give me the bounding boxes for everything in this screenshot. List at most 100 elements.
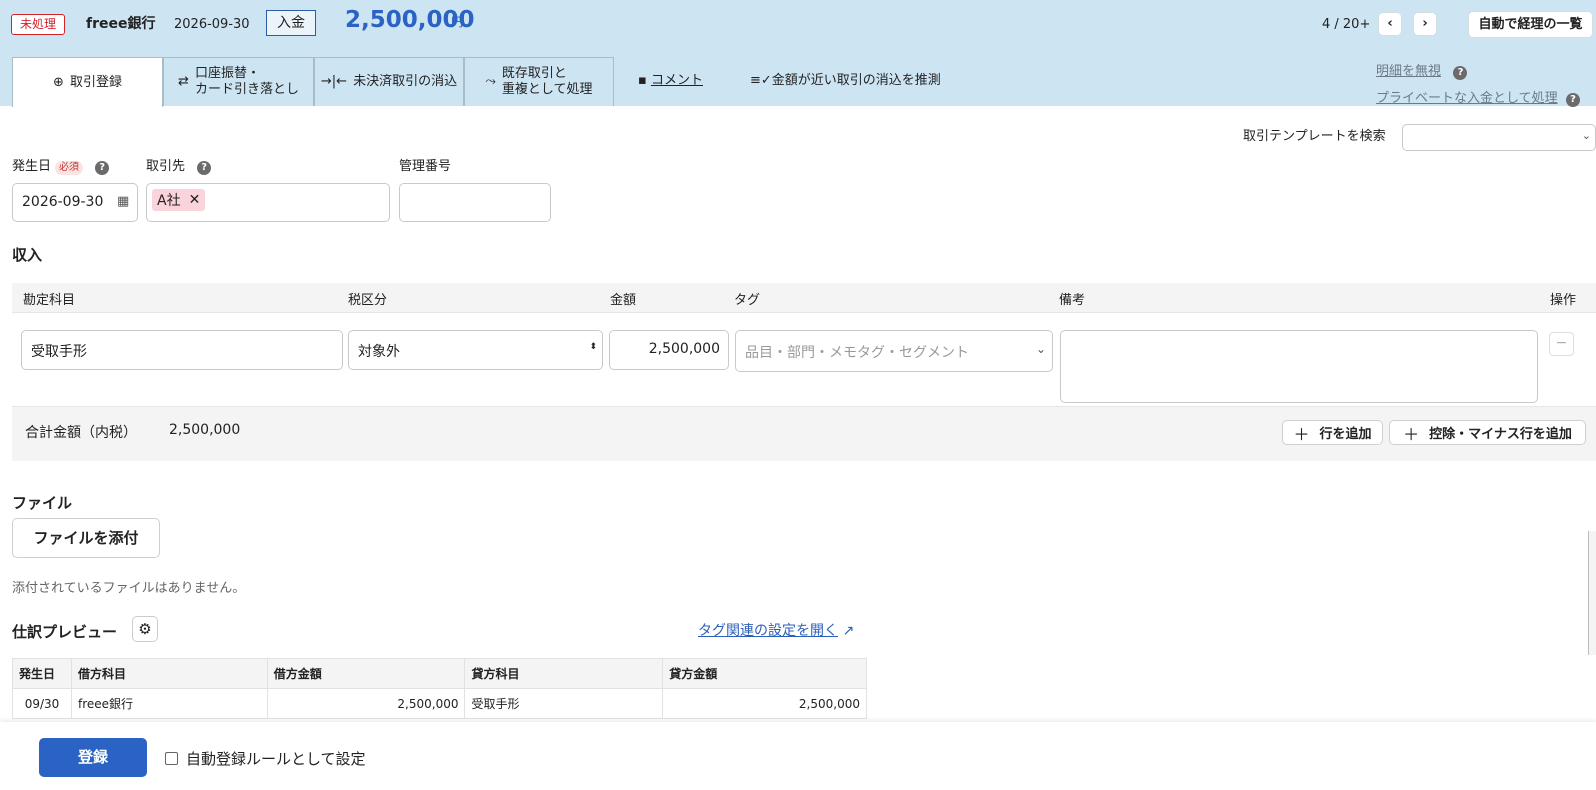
swap-icon: ⇄ — [178, 74, 189, 89]
tag-settings: タグ関連の設定を開く ↗ — [698, 620, 854, 640]
account-input[interactable]: 受取手形 — [21, 330, 343, 370]
partner-chip: A社 ✕ — [152, 189, 206, 211]
currency-unit: 円 — [451, 15, 464, 29]
plus-circle-icon: ⊕ — [53, 74, 64, 90]
partner-label: 取引先 ? — [146, 158, 212, 176]
merge-icon: →|← — [320, 74, 348, 89]
scrollbar[interactable] — [1588, 531, 1596, 655]
tab-comment[interactable]: ▪ コメント — [638, 72, 703, 90]
col-tax: 税区分 — [348, 293, 388, 308]
tab-clear-unsettled[interactable]: →|← 未決済取引の消込 — [314, 57, 464, 106]
mgmt-number-label: 管理番号 — [399, 159, 452, 174]
preview-settings-button[interactable]: ⚙ — [132, 616, 158, 642]
cell-credit-amount: 2,500,000 — [662, 688, 867, 719]
col-amount: 金額 — [610, 293, 637, 308]
help-icon[interactable]: ? — [1566, 93, 1581, 107]
col-debit-amount: 借方金額 — [266, 658, 466, 689]
bank-name: freee銀行 — [86, 16, 156, 32]
tag-placeholder: 品目・部門・メモタグ・セグメント — [745, 345, 969, 361]
transaction-header: 未処理 freee銀行 2026-09-30 入金 2,500,000 円 4 … — [0, 0, 1596, 107]
required-badge: 必須 — [55, 161, 84, 175]
calendar-icon[interactable]: ▦ — [117, 194, 129, 209]
help-icon[interactable]: ? — [1453, 66, 1468, 80]
tab-label: 既存取引と 重複として処理 — [501, 66, 593, 97]
template-search-select[interactable]: ⌄ — [1402, 124, 1596, 151]
chevron-right-icon: › — [1422, 16, 1428, 31]
template-search-label: 取引テンプレートを検索 — [1243, 129, 1386, 144]
external-link-icon[interactable]: ↗ — [842, 623, 854, 639]
income-grid-header: 勘定科目 税区分 金額 タグ 備考 操作 — [12, 283, 1596, 312]
preview-title: 仕訳プレビュー — [12, 623, 118, 641]
add-minus-row-button[interactable]: ＋ 控除・マイナス行を追加 — [1389, 420, 1586, 445]
tab-register[interactable]: ⊕ 取引登録 — [12, 57, 163, 107]
col-note: 備考 — [1059, 293, 1086, 308]
col-credit-amount: 貸方金額 — [662, 658, 867, 689]
next-button[interactable]: › — [1413, 12, 1437, 36]
note-textarea[interactable] — [1060, 330, 1538, 403]
total-label: 合計金額（内税） — [25, 425, 137, 441]
col-credit-account: 貸方科目 — [464, 658, 664, 689]
cell-debit-amount: 2,500,000 — [266, 688, 466, 719]
plus-icon: ＋ — [1403, 424, 1420, 444]
tab-label: 金額が近い取引の消込を推測 — [771, 73, 941, 88]
partner-input[interactable]: A社 ✕ — [146, 183, 390, 222]
auto-rule-label: 自動登録ルールとして設定 — [186, 750, 366, 768]
cell-credit-account: 受取手形 — [464, 688, 664, 719]
table-header-row: 発生日 借方科目 借方金額 貸方科目 貸方金額 — [12, 658, 867, 689]
file-title: ファイル — [12, 494, 73, 512]
attach-file-button[interactable]: ファイルを添付 — [12, 518, 160, 558]
pager-count: 4 / 20+ — [1322, 17, 1371, 32]
cell-debit-account: freee銀行 — [70, 688, 268, 719]
help-icon[interactable]: ? — [95, 161, 110, 175]
total-value: 2,500,000 — [169, 422, 241, 438]
comment-icon: ▪ — [638, 73, 651, 88]
plus-icon: ＋ — [1293, 424, 1310, 444]
income-row: 受取手形 対象外 ⬍ 2,500,000 品目・部門・メモタグ・セグメント ⌄ … — [12, 312, 1596, 407]
remove-row-button[interactable]: − — [1549, 332, 1574, 356]
updown-icon: ⬍ — [589, 342, 597, 352]
tag-settings-link[interactable]: タグ関連の設定を開く — [698, 623, 838, 639]
col-debit-account: 借方科目 — [70, 658, 268, 689]
partner-chip-label: A社 — [157, 193, 181, 209]
auto-rule-checkbox[interactable] — [165, 752, 178, 765]
minus-icon: − — [1555, 335, 1568, 351]
ignore-detail-link[interactable]: 明細を無視 — [1376, 64, 1441, 79]
tab-label: 未決済取引の消込 — [353, 74, 458, 89]
account-value: 受取手形 — [31, 344, 87, 360]
tax-value: 対象外 — [358, 344, 400, 360]
mgmt-number-input[interactable] — [399, 183, 551, 222]
private-deposit-link[interactable]: プライベートな入金として処理 — [1376, 91, 1558, 106]
journal-preview-table: 発生日 借方科目 借方金額 貸方科目 貸方金額 09/30 freee銀行 2,… — [12, 658, 867, 719]
tax-select[interactable]: 対象外 ⬍ — [348, 330, 603, 370]
income-total-bar: 合計金額（内税） 2,500,000 ＋ 行を追加 ＋ 控除・マイナス行を追加 — [12, 407, 1596, 461]
action-footer: 登録 自動登録ルールとして設定 — [0, 722, 1596, 790]
chevron-left-icon: ‹ — [1387, 16, 1393, 31]
tag-select[interactable]: 品目・部門・メモタグ・セグメント ⌄ — [735, 330, 1053, 372]
submit-button[interactable]: 登録 — [39, 738, 147, 777]
date-value: 2026-09-30 — [22, 194, 104, 210]
table-row: 09/30 freee銀行 2,500,000 受取手形 2,500,000 — [12, 688, 867, 719]
date-input[interactable]: 2026-09-30 ▦ — [12, 183, 138, 222]
add-row-button[interactable]: ＋ 行を追加 — [1282, 420, 1383, 445]
chevron-down-icon: ⌄ — [1581, 129, 1591, 142]
help-icon[interactable]: ? — [197, 161, 212, 175]
col-ops: 操作 — [1550, 293, 1577, 308]
list-check-icon: ≡✓ — [750, 73, 772, 88]
gear-icon: ⚙ — [138, 620, 152, 638]
chevron-down-icon: ⌄ — [1035, 342, 1046, 356]
amount-input[interactable]: 2,500,000 — [609, 330, 729, 370]
prev-button[interactable]: ‹ — [1378, 12, 1402, 36]
tab-label: 口座振替・ カード引き落とし — [194, 66, 299, 97]
transaction-date: 2026-09-30 — [174, 17, 250, 32]
tab-guess-match[interactable]: ≡✓金額が近い取引の消込を推測 — [750, 72, 941, 90]
tab-account-transfer[interactable]: ⇄ 口座振替・ カード引き落とし — [163, 57, 314, 106]
no-files-text: 添付されているファイルはありません。 — [12, 581, 246, 596]
date-label: 発生日 必須 ? — [12, 158, 110, 176]
tab-duplicate[interactable]: ⤳ 既存取引と 重複として処理 — [464, 57, 614, 106]
auto-rule-option: 自動登録ルールとして設定 — [165, 748, 366, 769]
col-date: 発生日 — [12, 658, 72, 689]
col-account: 勘定科目 — [23, 293, 76, 308]
auto-list-button[interactable]: 自動で経理の一覧 — [1468, 11, 1593, 38]
close-icon[interactable]: ✕ — [189, 192, 201, 208]
cell-date: 09/30 — [12, 688, 72, 719]
